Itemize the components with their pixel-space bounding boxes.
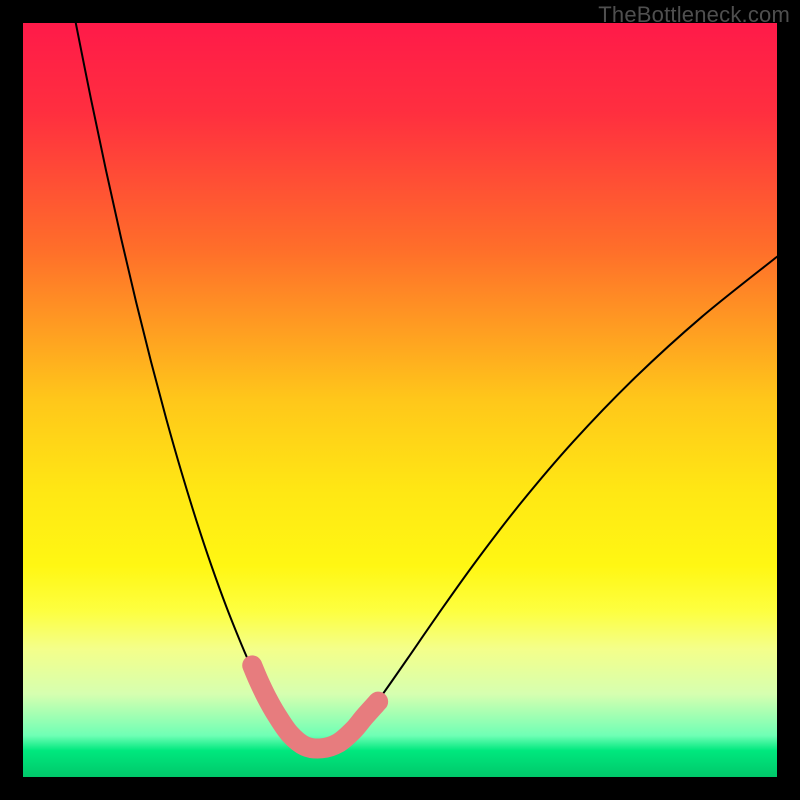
marker-end-dot [371,694,386,709]
watermark-text: TheBottleneck.com [598,2,790,28]
gradient-background [23,23,777,777]
plot-area [23,23,777,777]
bottleneck-chart [23,23,777,777]
outer-frame: TheBottleneck.com [0,0,800,800]
